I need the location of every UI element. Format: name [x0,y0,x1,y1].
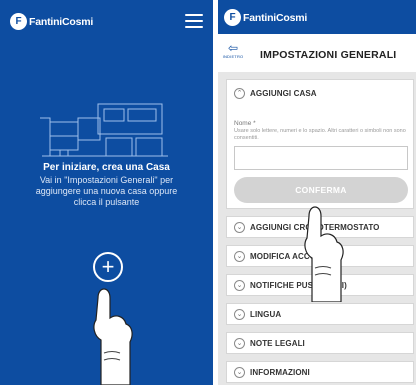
house-illustration [40,103,168,157]
page-title: IMPOSTAZIONI GENERALI [260,49,397,61]
chevron-down-icon: ⌄ [234,279,245,291]
chevron-down-icon: ⌄ [234,366,245,378]
home-name-input[interactable] [234,146,408,170]
settings-screen: F FantiniCosmi ⇦ INDIETRO IMPOSTAZIONI G… [218,0,416,385]
logo-text: FantiniCosmi [243,11,308,24]
menu-item-language[interactable]: ⌄ LINGUA [226,303,414,325]
brand-logo: F FantiniCosmi [10,13,93,30]
top-bar: F FantiniCosmi [218,0,416,34]
logo-text: FantiniCosmi [29,15,94,28]
add-home-section: ⌃ AGGIUNGI CASA Nome * Usare solo letter… [226,79,414,209]
chevron-down-icon: ⌄ [234,250,245,262]
menu-item-label: INFORMAZIONI [250,367,310,377]
add-home-label: AGGIUNGI CASA [250,89,317,98]
pointing-hand-icon [93,288,133,385]
home-screen: F FantiniCosmi Per iniziare, crea una Ca… [0,0,213,385]
menu-item-label: LINGUA [250,309,282,319]
add-home-header[interactable]: ⌃ AGGIUNGI CASA [234,83,317,104]
menu-item-label: NOTE LEGALI [250,338,305,348]
back-label: INDIETRO [222,54,244,59]
empty-state-message: Per iniziare, crea una Casa Vai in "Impo… [30,162,183,208]
brand-logo: F FantiniCosmi [224,9,307,26]
chevron-up-icon: ⌃ [234,88,245,99]
pointing-hand-icon [304,206,344,302]
empty-state-heading: Per iniziare, crea una Casa [43,162,170,173]
menu-item-legal-notes[interactable]: ⌄ NOTE LEGALI [226,332,414,354]
back-button[interactable]: ⇦ INDIETRO [222,42,244,66]
name-field-hint: Usare solo lettere, numeri e lo spazio. … [234,128,406,141]
top-bar: F FantiniCosmi [0,0,213,42]
menu-icon[interactable] [185,14,203,28]
title-bar: ⇦ INDIETRO IMPOSTAZIONI GENERALI [218,34,416,73]
empty-state-body: Vai in "Impostazioni Generali" per aggiu… [35,175,178,207]
chevron-down-icon: ⌄ [234,308,245,320]
logo-icon: F [10,13,27,30]
chevron-down-icon: ⌄ [234,221,245,233]
back-arrow-icon: ⇦ [227,41,239,55]
menu-item-information[interactable]: ⌄ INFORMAZIONI [226,361,414,383]
plus-icon: + [101,254,115,279]
name-field-label: Nome * [234,120,256,127]
chevron-down-icon: ⌄ [234,337,245,349]
logo-icon: F [224,9,241,26]
